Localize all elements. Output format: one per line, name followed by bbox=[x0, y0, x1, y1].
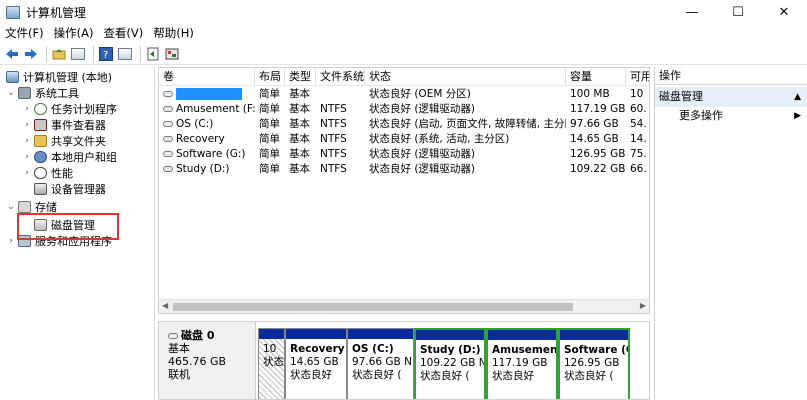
scrollbar-thumb[interactable] bbox=[173, 303, 573, 311]
menu-help[interactable]: 帮助(H) bbox=[148, 25, 199, 41]
collapse-chevron-icon[interactable]: › bbox=[22, 152, 32, 162]
window-title: 计算机管理 bbox=[26, 5, 87, 20]
expand-chevron-icon[interactable]: ⌄ bbox=[6, 202, 16, 212]
users-icon bbox=[34, 151, 47, 163]
help-icon[interactable]: ? bbox=[98, 46, 114, 62]
expand-chevron-icon[interactable]: ⌄ bbox=[6, 88, 16, 98]
tree-system-tools[interactable]: ⌄ 系统工具 bbox=[6, 85, 79, 101]
menu-bar: 文件(F) 操作(A) 查看(V) 帮助(H) bbox=[0, 24, 807, 42]
column-capacity[interactable]: 容量 bbox=[566, 68, 626, 86]
show-hide-tree-icon[interactable] bbox=[70, 46, 86, 62]
collapse-up-icon[interactable]: ▲ bbox=[794, 87, 801, 107]
table-row[interactable]: Software (G:) 简单 基本 NTFS 状态良好 (逻辑驱动器) 12… bbox=[159, 147, 649, 162]
volume-icon bbox=[163, 166, 173, 172]
volume-icon bbox=[163, 121, 173, 127]
column-status[interactable]: 状态 bbox=[365, 68, 566, 86]
volume-icon bbox=[163, 136, 173, 142]
volume-icon bbox=[163, 151, 173, 157]
table-row[interactable]: Recovery 简单 基本 NTFS 状态良好 (系统, 活动, 主分区) 1… bbox=[159, 132, 649, 147]
disk-settings-icon[interactable] bbox=[164, 46, 180, 62]
device-manager-icon bbox=[34, 183, 47, 195]
tree-local-users[interactable]: › 本地用户和组 bbox=[22, 149, 117, 165]
event-viewer-icon bbox=[34, 119, 47, 131]
column-free[interactable]: 可用 bbox=[626, 68, 649, 86]
volume-list-header: 卷 布局 类型 文件系统 状态 容量 可用 bbox=[159, 68, 649, 86]
menu-view[interactable]: 查看(V) bbox=[98, 25, 148, 41]
export-list-icon[interactable] bbox=[145, 46, 161, 62]
volume-icon bbox=[163, 91, 173, 97]
more-actions-item[interactable]: 更多操作 ▶ bbox=[655, 107, 807, 125]
svg-text:?: ? bbox=[103, 50, 108, 61]
close-button[interactable]: ✕ bbox=[761, 0, 807, 24]
title-bar: 计算机管理 — ☐ ✕ bbox=[0, 0, 807, 24]
storage-icon bbox=[18, 201, 31, 213]
navigation-tree: 计算机管理 (本地) ⌄ 系统工具 › 任务计划程序 › 事件查看器 › 共享文… bbox=[0, 67, 155, 400]
tree-event-viewer[interactable]: › 事件查看器 bbox=[22, 117, 106, 133]
tree-task-scheduler[interactable]: › 任务计划程序 bbox=[22, 101, 117, 117]
menu-file[interactable]: 文件(F) bbox=[0, 25, 49, 41]
back-arrow-icon[interactable] bbox=[4, 46, 20, 62]
menu-action[interactable]: 操作(A) bbox=[49, 25, 99, 41]
partition-oem[interactable]: 10 状态 bbox=[258, 328, 285, 399]
highlight-box bbox=[17, 213, 119, 240]
up-folder-icon[interactable] bbox=[51, 46, 67, 62]
toolbar-separator bbox=[140, 45, 141, 62]
table-row[interactable]: Study (D:) 简单 基本 NTFS 状态良好 (逻辑驱动器) 109.2… bbox=[159, 162, 649, 177]
shared-folder-icon bbox=[34, 135, 47, 147]
submenu-arrow-icon: ▶ bbox=[794, 111, 801, 121]
collapse-chevron-icon[interactable]: › bbox=[22, 104, 32, 114]
clock-icon bbox=[34, 103, 47, 115]
actions-section-disk-management[interactable]: 磁盘管理 ▲ bbox=[655, 87, 807, 107]
tree-root[interactable]: 计算机管理 (本地) bbox=[4, 69, 112, 85]
forward-arrow-icon[interactable] bbox=[23, 46, 39, 62]
disk-graphic-view: 磁盘 0 基本 465.76 GB 联机 10 状态 Recovery 14.6… bbox=[158, 321, 650, 400]
actions-header: 操作 bbox=[655, 67, 807, 85]
toolbar: ? bbox=[0, 43, 807, 65]
minimize-button[interactable]: — bbox=[669, 0, 715, 24]
maximize-button[interactable]: ☐ bbox=[715, 0, 761, 24]
disk-info[interactable]: 磁盘 0 基本 465.76 GB 联机 bbox=[159, 322, 256, 399]
volume-list: 卷 布局 类型 文件系统 状态 容量 可用 简单 基本 状态良好 (OEM 分区… bbox=[158, 67, 650, 314]
scroll-right-icon[interactable]: ▶ bbox=[640, 301, 646, 310]
tree-device-manager[interactable]: 设备管理器 bbox=[32, 181, 106, 197]
table-row[interactable]: Amusement (F:) 简单 基本 NTFS 状态良好 (逻辑驱动器) 1… bbox=[159, 102, 649, 117]
column-filesystem[interactable]: 文件系统 bbox=[316, 68, 365, 86]
redacted-volume-name bbox=[176, 88, 242, 100]
system-tools-icon bbox=[18, 87, 31, 99]
partition-recovery[interactable]: Recovery 14.65 GB 状态良好 bbox=[285, 328, 347, 399]
collapse-chevron-icon[interactable]: › bbox=[22, 120, 32, 130]
partition-amusement-f[interactable]: Amusement 117.19 GB 状态良好 bbox=[486, 328, 558, 399]
horizontal-scrollbar[interactable]: ◀ ▶ bbox=[159, 299, 649, 313]
table-row[interactable]: 简单 基本 状态良好 (OEM 分区) 100 MB 10 bbox=[159, 87, 649, 102]
tree-performance[interactable]: › 性能 bbox=[22, 165, 73, 181]
toolbar-separator bbox=[93, 45, 94, 62]
actions-pane: 操作 磁盘管理 ▲ 更多操作 ▶ bbox=[654, 67, 807, 400]
collapse-chevron-icon[interactable]: › bbox=[22, 168, 32, 178]
partition-software-g[interactable]: Software (G 126.95 GB 状态良好 ( bbox=[558, 328, 630, 399]
computer-icon bbox=[6, 71, 19, 83]
scroll-left-icon[interactable]: ◀ bbox=[162, 301, 168, 310]
collapse-chevron-icon[interactable]: › bbox=[6, 236, 16, 246]
column-layout[interactable]: 布局 bbox=[255, 68, 285, 86]
performance-icon bbox=[34, 167, 47, 179]
volume-icon bbox=[163, 106, 173, 112]
toolbar-separator bbox=[46, 45, 47, 62]
disk-icon bbox=[168, 333, 178, 339]
partition-study-d[interactable]: Study (D:) 109.22 GB N 状态良好 ( bbox=[414, 328, 486, 399]
column-volume[interactable]: 卷 bbox=[159, 68, 255, 86]
partition-os-c[interactable]: OS (C:) 97.66 GB N 状态良好 ( bbox=[347, 328, 414, 399]
computer-management-icon bbox=[6, 5, 20, 19]
collapse-chevron-icon[interactable]: › bbox=[22, 136, 32, 146]
tree-shared-folders[interactable]: › 共享文件夹 bbox=[22, 133, 106, 149]
column-type[interactable]: 类型 bbox=[285, 68, 316, 86]
table-row[interactable]: OS (C:) 简单 基本 NTFS 状态良好 (启动, 页面文件, 故障转储,… bbox=[159, 117, 649, 132]
properties-icon[interactable] bbox=[117, 46, 133, 62]
